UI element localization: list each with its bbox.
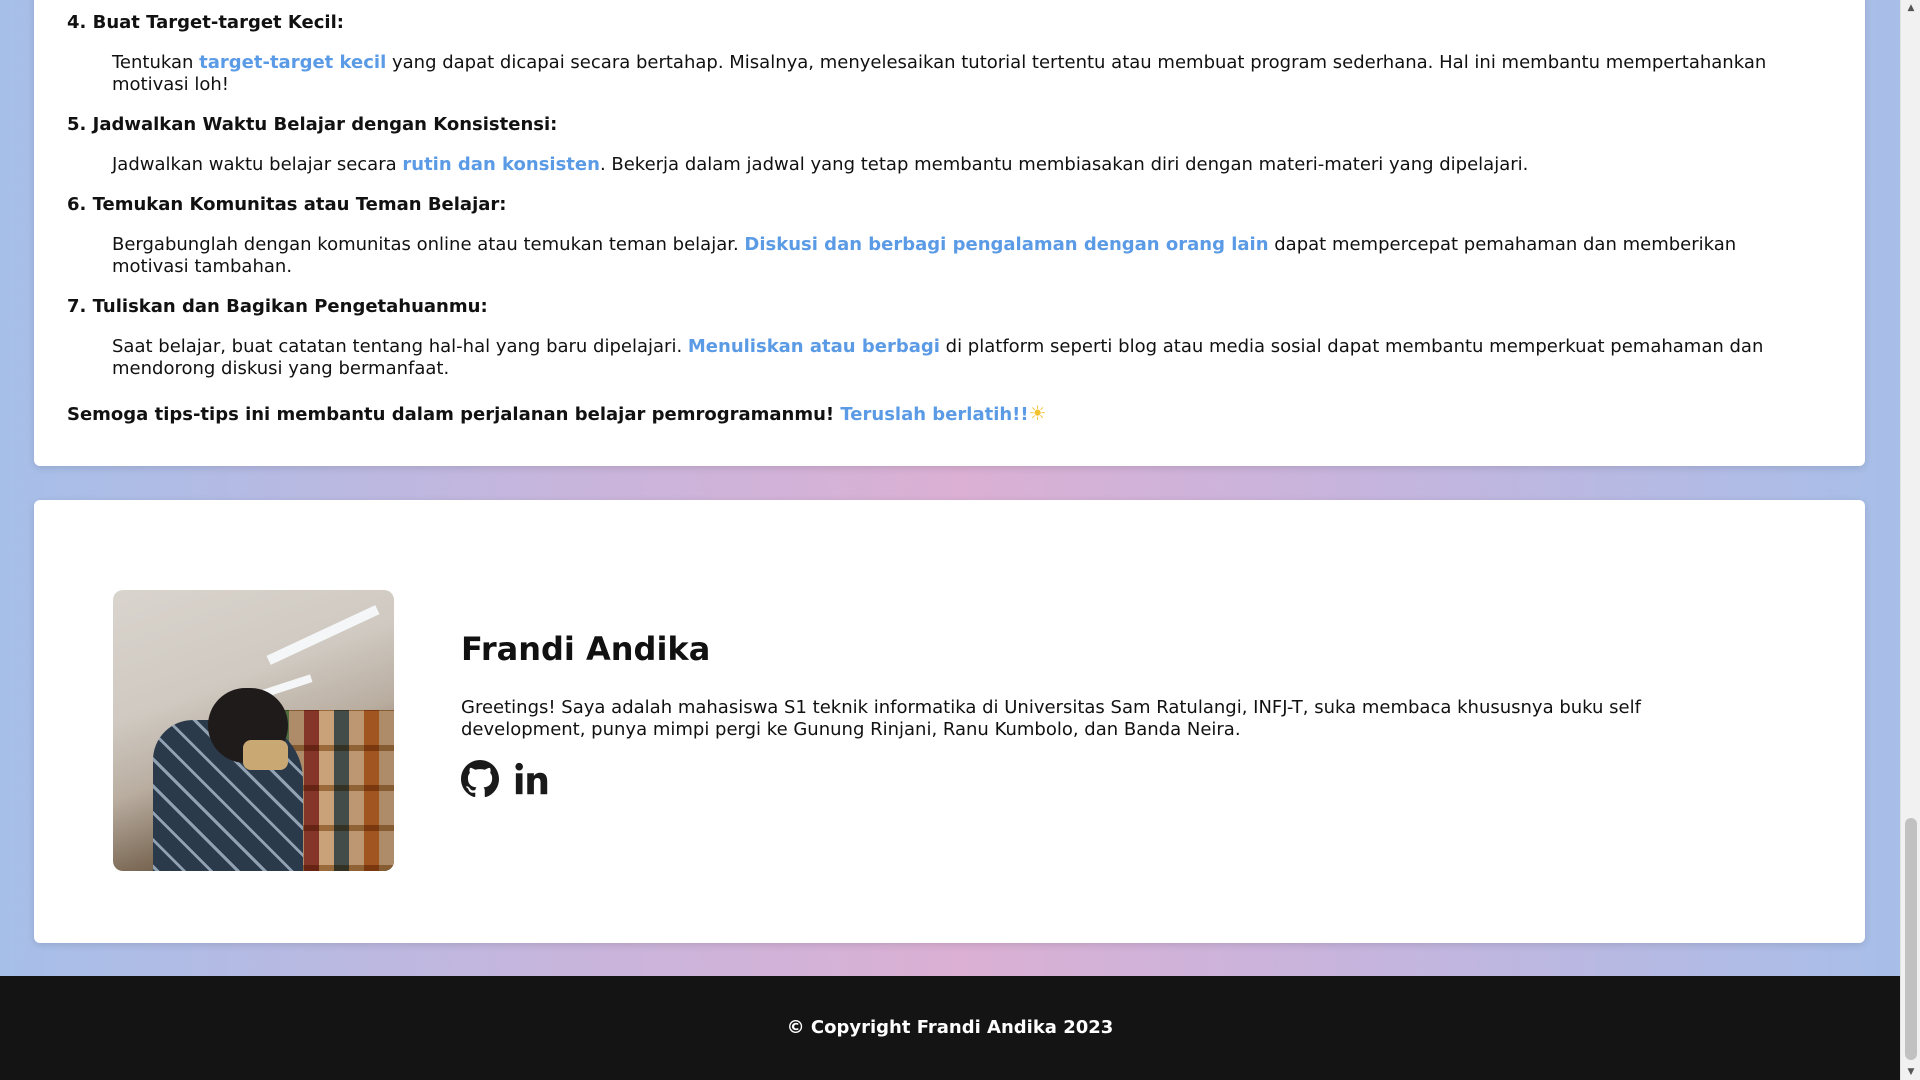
author-photo [113,590,394,871]
copyright-text: © Copyright Frandi Andika 2023 [786,1017,1114,1038]
tip-5: 5. Jadwalkan Waktu Belajar dengan Konsis… [67,114,1832,176]
tip-body: Tentukan target-target kecil yang dapat … [67,52,1832,96]
tip-link[interactable]: Diskusi dan berbagi pengalaman dengan or… [744,234,1268,255]
tip-link[interactable]: rutin dan konsisten [402,154,600,175]
github-icon[interactable] [461,760,499,798]
tip-heading: 6. Temukan Komunitas atau Teman Belajar: [67,194,507,215]
tip-7: 7. Tuliskan dan Bagikan Pengetahuanmu: S… [67,296,1832,380]
closing-text: Semoga tips-tips ini membantu dalam perj… [67,404,841,425]
page: 4. Buat Target-target Kecil: Tentukan ta… [0,0,1900,1080]
author-card: Frandi Andika Greetings! Saya adalah mah… [34,500,1865,943]
scrollbar-thumb[interactable] [1905,818,1917,1060]
tip-link[interactable]: target-target kecil [199,52,386,73]
tip-heading: 4. Buat Target-target Kecil: [67,12,344,33]
author-name: Frandi Andika [461,630,711,668]
tip-4: 4. Buat Target-target Kecil: Tentukan ta… [67,12,1832,96]
tip-6: 6. Temukan Komunitas atau Teman Belajar:… [67,194,1832,278]
sun-emoji-icon: ☀ [1028,401,1047,425]
tip-body: Saat belajar, buat catatan tentang hal-h… [67,336,1832,380]
scroll-down-icon[interactable]: ▼ [1901,1064,1920,1080]
author-bio: Greetings! Saya adalah mahasiswa S1 tekn… [461,697,1641,740]
tip-text: Jadwalkan waktu belajar secara [112,154,403,175]
closing-link[interactable]: Teruslah berlatih!! [840,404,1028,425]
scroll-up-icon[interactable]: ▲ [1901,0,1920,16]
tip-body: Bergabunglah dengan komunitas online ata… [67,234,1832,278]
tip-link[interactable]: Menuliskan atau berbagi [688,336,940,357]
scrollbar[interactable]: ▲ ▼ [1900,0,1920,1080]
tip-text: Saat belajar, buat catatan tentang hal-h… [112,336,688,357]
footer: © Copyright Frandi Andika 2023 [0,976,1900,1080]
tip-heading: 7. Tuliskan dan Bagikan Pengetahuanmu: [67,296,488,317]
closing-line: Semoga tips-tips ini membantu dalam perj… [67,402,1832,426]
tip-text: Bergabunglah dengan komunitas online ata… [112,234,745,255]
social-links [461,760,551,798]
tip-text: Tentukan [112,52,200,73]
tip-body: Jadwalkan waktu belajar secara rutin dan… [67,154,1832,176]
linkedin-icon[interactable] [513,760,551,798]
tip-text: . Bekerja dalam jadwal yang tetap memban… [599,154,1529,175]
tip-heading: 5. Jadwalkan Waktu Belajar dengan Konsis… [67,114,558,135]
article-card: 4. Buat Target-target Kecil: Tentukan ta… [34,0,1865,466]
